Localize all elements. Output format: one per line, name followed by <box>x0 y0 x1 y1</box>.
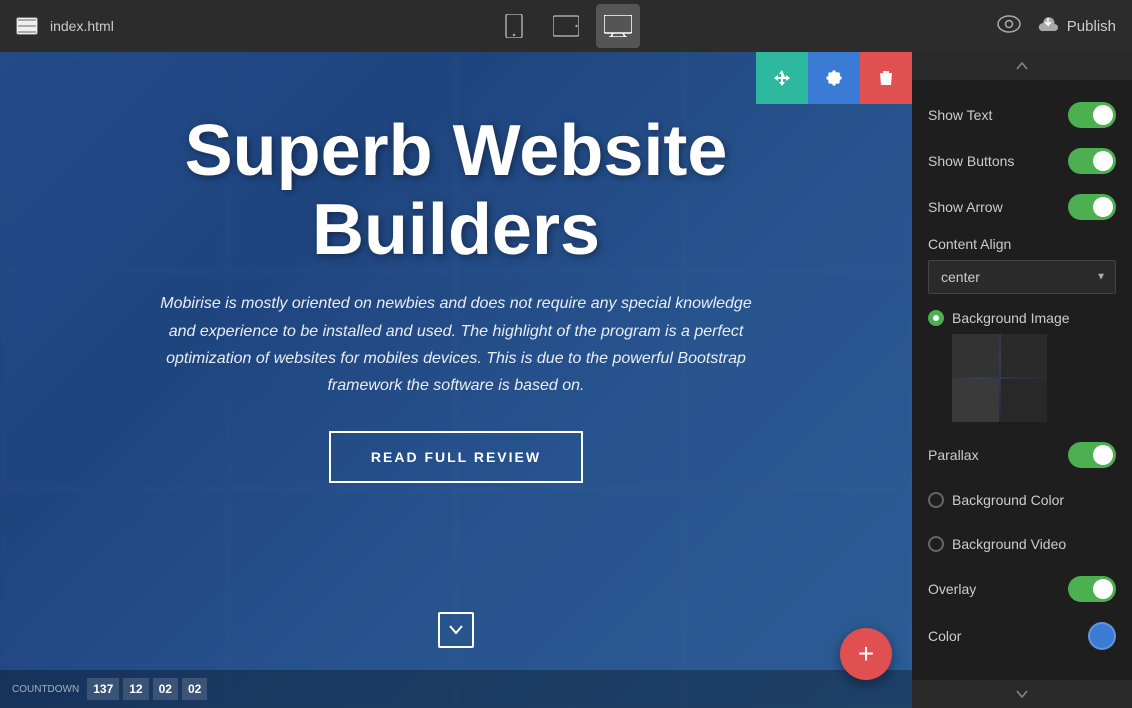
background-image-thumbnail[interactable] <box>952 334 1047 422</box>
topbar: index.html <box>0 0 1132 52</box>
background-color-radio[interactable] <box>928 492 944 508</box>
topbar-right: Publish <box>997 13 1116 39</box>
background-color-label: Background Color <box>952 492 1064 508</box>
publish-button[interactable]: Publish <box>1037 16 1116 37</box>
content-align-select[interactable]: left center right <box>928 260 1116 294</box>
cloud-icon <box>1037 16 1059 37</box>
panel-scroll-up-button[interactable] <box>912 52 1132 80</box>
overlay-row: Overlay <box>912 566 1132 612</box>
plus-icon: + <box>858 638 874 670</box>
background-image-row: Background Image <box>928 310 1116 326</box>
read-full-review-button[interactable]: READ FULL REVIEW <box>329 431 583 483</box>
content-align-select-wrapper: left center right <box>928 260 1116 294</box>
color-picker-button[interactable] <box>1088 622 1116 650</box>
panel-scroll-down-button[interactable] <box>912 680 1132 708</box>
show-buttons-toggle[interactable] <box>1068 148 1116 174</box>
parallax-toggle[interactable] <box>1068 442 1116 468</box>
desktop-device-button[interactable] <box>596 4 640 48</box>
preview-button[interactable] <box>997 13 1021 39</box>
show-text-row: Show Text <box>912 92 1132 138</box>
background-video-label: Background Video <box>952 536 1066 552</box>
main-area: Superb Website Builders Mobirise is most… <box>0 52 1132 708</box>
panel-scroll-area: Show Text Show Buttons Show Arrow Conten… <box>912 80 1132 680</box>
canvas-actions <box>756 52 912 104</box>
parallax-label: Parallax <box>928 447 979 463</box>
show-arrow-toggle[interactable] <box>1068 194 1116 220</box>
overlay-label: Overlay <box>928 581 976 597</box>
filename-label: index.html <box>50 18 114 34</box>
hero-subtitle: Mobirise is mostly oriented on newbies a… <box>146 290 766 399</box>
content-align-label: Content Align <box>928 236 1116 252</box>
parallax-row: Parallax <box>912 432 1132 478</box>
delete-button[interactable] <box>860 52 912 104</box>
canvas-content: Superb Website Builders Mobirise is most… <box>0 52 912 708</box>
publish-label: Publish <box>1067 18 1116 35</box>
add-block-button[interactable]: + <box>840 628 892 680</box>
show-arrow-label: Show Arrow <box>928 199 1003 215</box>
color-row: Color <box>912 612 1132 660</box>
device-switcher <box>492 4 640 48</box>
hero-title: Superb Website Builders <box>60 112 852 270</box>
background-video-row: Background Video <box>912 522 1132 566</box>
move-button[interactable] <box>756 52 808 104</box>
right-panel: Show Text Show Buttons Show Arrow Conten… <box>912 52 1132 708</box>
background-image-radio[interactable] <box>928 310 944 326</box>
tablet-device-button[interactable] <box>544 4 588 48</box>
background-image-label: Background Image <box>952 310 1070 326</box>
show-arrow-row: Show Arrow <box>912 184 1132 230</box>
show-buttons-label: Show Buttons <box>928 153 1014 169</box>
topbar-left: index.html <box>16 17 114 35</box>
menu-button[interactable] <box>16 17 38 35</box>
content-align-section: Content Align left center right <box>912 230 1132 304</box>
show-text-toggle[interactable] <box>1068 102 1116 128</box>
color-label: Color <box>928 628 961 644</box>
show-buttons-row: Show Buttons <box>912 138 1132 184</box>
overlay-toggle[interactable] <box>1068 576 1116 602</box>
background-video-radio[interactable] <box>928 536 944 552</box>
settings-button[interactable] <box>808 52 860 104</box>
background-color-row: Background Color <box>912 478 1132 522</box>
background-image-section: Background Image <box>912 304 1132 432</box>
canvas: Superb Website Builders Mobirise is most… <box>0 52 912 708</box>
show-text-label: Show Text <box>928 107 992 123</box>
mobile-device-button[interactable] <box>492 4 536 48</box>
